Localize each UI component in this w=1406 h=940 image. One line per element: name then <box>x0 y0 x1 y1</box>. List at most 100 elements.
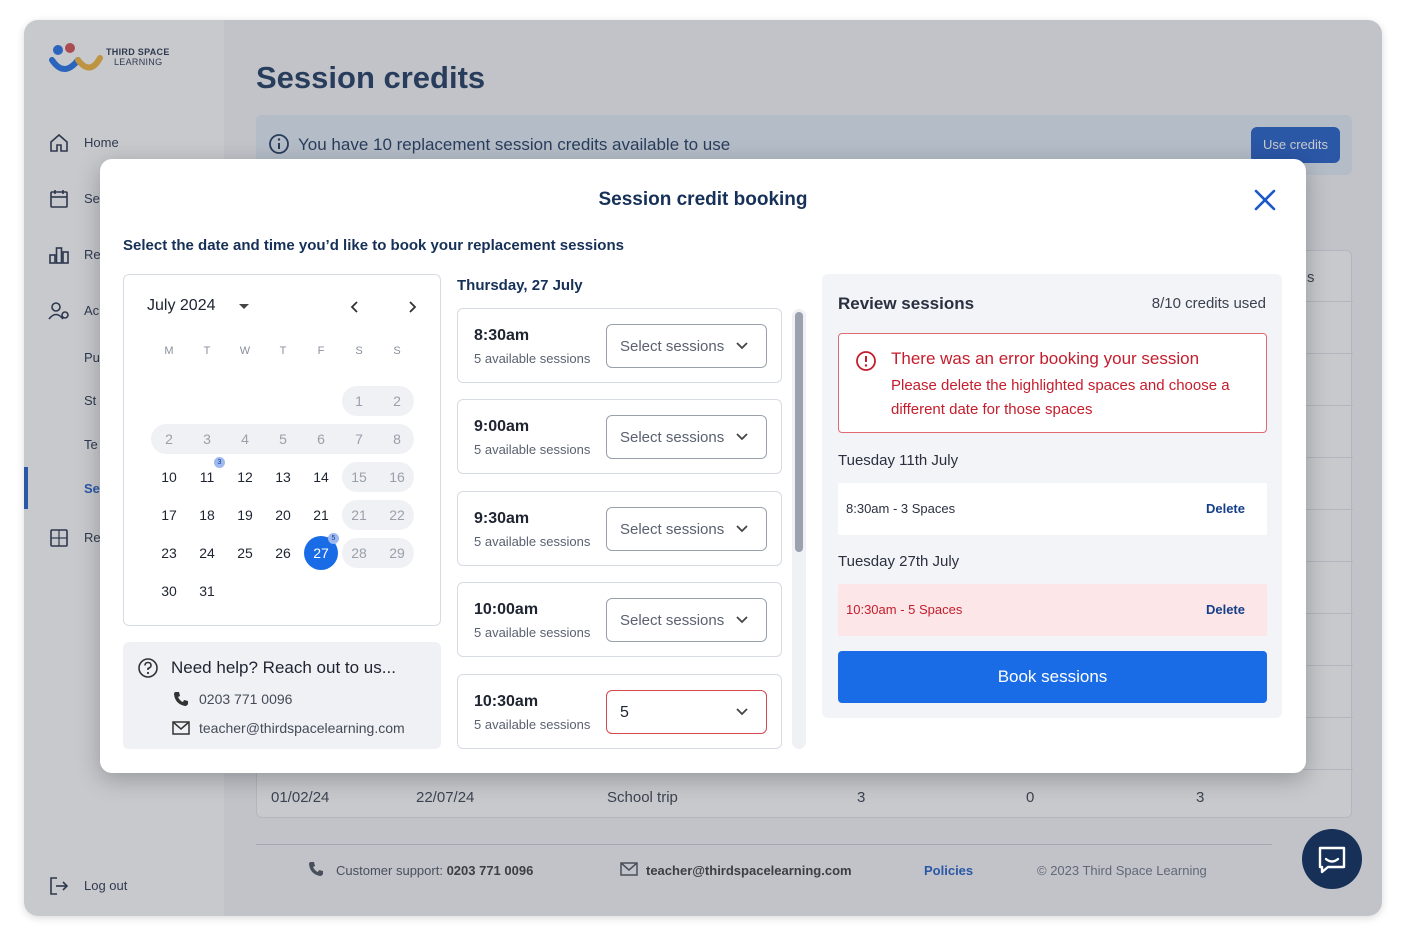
book-sessions-button[interactable]: Book sessions <box>838 651 1267 703</box>
weekday-label: M <box>164 345 174 357</box>
review-item-error: 10:30am - 5 Spaces Delete <box>838 584 1267 636</box>
chevron-left-icon[interactable] <box>349 299 361 315</box>
time-slot: 9:30am 5 available sessions Select sessi… <box>457 491 782 566</box>
review-date-heading: Tuesday 27th July <box>838 553 960 570</box>
calendar-day[interactable]: 20 <box>264 500 302 530</box>
chevron-right-icon[interactable] <box>406 299 418 315</box>
weekday-label: W <box>239 345 251 357</box>
chat-button[interactable] <box>1302 829 1362 889</box>
calendar-day: 22 <box>389 507 405 523</box>
calendar-month-select[interactable]: July 2024 <box>147 297 216 315</box>
calendar-day: 5 <box>279 431 287 447</box>
modal-instructions: Select the date and time you’d like to b… <box>123 237 624 254</box>
select-value: Select sessions <box>620 521 725 538</box>
help-circle-icon <box>138 658 158 678</box>
chevron-down-icon <box>736 616 748 624</box>
chevron-down-icon <box>736 525 748 533</box>
delete-button[interactable]: Delete <box>1206 602 1245 617</box>
chevron-down-icon <box>736 708 748 716</box>
day-booking-badge: 5 <box>328 533 339 544</box>
review-date-heading: Tuesday 11th July <box>838 452 959 469</box>
slot-session-select[interactable]: Select sessions <box>606 415 767 459</box>
select-value: 5 <box>620 704 629 721</box>
calendar-day: 21 <box>351 507 367 523</box>
calendar-day: 1 <box>355 393 363 409</box>
review-title: Review sessions <box>838 294 975 313</box>
calendar-day[interactable]: 12 <box>226 462 264 492</box>
select-value: Select sessions <box>620 338 725 355</box>
calendar-day[interactable]: 25 <box>226 538 264 568</box>
help-title: Need help? Reach out to us... <box>171 658 396 677</box>
calendar-day[interactable]: 18 <box>188 500 226 530</box>
calendar-day: 2 <box>165 431 173 447</box>
slot-session-select[interactable]: Select sessions <box>606 507 767 551</box>
calendar-day[interactable]: 21 <box>302 500 340 530</box>
calendar-day: 7 <box>355 431 363 447</box>
calendar-day: 4 <box>241 431 249 447</box>
slot-availability: 5 available sessions <box>474 442 591 457</box>
slot-time: 9:00am <box>474 418 530 435</box>
time-slot: 8:30am 5 available sessions Select sessi… <box>457 308 782 383</box>
review-sessions-panel: Review sessions 8/10 credits used There … <box>822 274 1282 718</box>
alert-circle-icon <box>856 351 876 371</box>
select-value: Select sessions <box>620 612 725 629</box>
calendar: July 2024 MTWTFSS 1 2 2 3 4 5 6 7 8 10 11 3 12 13 14 15… <box>123 274 441 626</box>
calendar-day[interactable]: 26 <box>264 538 302 568</box>
slot-time: 10:00am <box>474 601 539 618</box>
review-item-label: 10:30am - 5 Spaces <box>846 602 963 617</box>
modal-title: Session credit booking <box>598 189 808 210</box>
chat-icon <box>1318 846 1346 874</box>
day-booking-badge: 3 <box>214 457 225 468</box>
calendar-day[interactable]: 24 <box>188 538 226 568</box>
error-title: There was an error booking your session <box>891 349 1200 368</box>
calendar-day: 3 <box>203 431 211 447</box>
slot-availability: 5 available sessions <box>474 351 591 366</box>
review-item: 8:30am - 3 Spaces Delete <box>838 483 1267 535</box>
help-email[interactable]: teacher@thirdspacelearning.com <box>199 720 405 736</box>
calendar-day[interactable]: 13 <box>264 462 302 492</box>
calendar-day[interactable]: 31 <box>188 576 226 606</box>
mail-icon <box>172 721 190 735</box>
credits-used: 8/10 credits used <box>1151 295 1266 312</box>
slot-time: 9:30am <box>474 510 530 527</box>
help-panel: Need help? Reach out to us... 0203 771 0… <box>123 642 441 749</box>
calendar-day[interactable]: 19 <box>226 500 264 530</box>
session-credit-booking-modal: Session credit booking Select the date a… <box>100 159 1306 773</box>
calendar-day[interactable]: 17 <box>150 500 188 530</box>
calendar-day[interactable]: 14 <box>302 462 340 492</box>
slot-session-select[interactable]: Select sessions <box>606 324 767 368</box>
calendar-day[interactable]: 30 <box>150 576 188 606</box>
slot-session-select-error[interactable]: 5 <box>606 690 767 734</box>
weekday-label: F <box>317 345 325 357</box>
weekday-label: T <box>203 345 211 357</box>
calendar-day: 16 <box>389 469 405 485</box>
time-slot: 10:00am 5 available sessions Select sess… <box>457 582 782 657</box>
slots-scrollbar[interactable] <box>792 309 806 749</box>
weekday-label: S <box>393 345 401 357</box>
close-icon[interactable] <box>1252 187 1278 213</box>
select-value: Select sessions <box>620 429 725 446</box>
slot-time: 8:30am <box>474 327 530 344</box>
slot-availability: 5 available sessions <box>474 717 591 732</box>
help-phone[interactable]: 0203 771 0096 <box>199 691 292 707</box>
time-slot: 10:30am 5 available sessions 5 <box>457 674 782 749</box>
calendar-day: 15 <box>351 469 367 485</box>
error-message: Please delete the highlighted spaces and… <box>891 377 1230 418</box>
calendar-day[interactable]: 23 <box>150 538 188 568</box>
calendar-day: 2 <box>393 393 401 409</box>
weekday-label: S <box>355 345 363 357</box>
chevron-down-icon <box>736 433 748 441</box>
slot-availability: 5 available sessions <box>474 534 591 549</box>
caret-down-icon[interactable] <box>239 304 249 309</box>
selected-day-heading: Thursday, 27 July <box>457 277 583 294</box>
phone-icon <box>174 692 188 706</box>
scrollbar-thumb[interactable] <box>795 312 803 552</box>
slot-availability: 5 available sessions <box>474 625 591 640</box>
chevron-down-icon <box>736 342 748 350</box>
slot-time: 10:30am <box>474 693 539 710</box>
calendar-day[interactable]: 10 <box>150 462 188 492</box>
delete-button[interactable]: Delete <box>1206 501 1245 516</box>
slot-session-select[interactable]: Select sessions <box>606 598 767 642</box>
calendar-day: 29 <box>389 545 405 561</box>
review-item-label: 8:30am - 3 Spaces <box>846 501 956 516</box>
